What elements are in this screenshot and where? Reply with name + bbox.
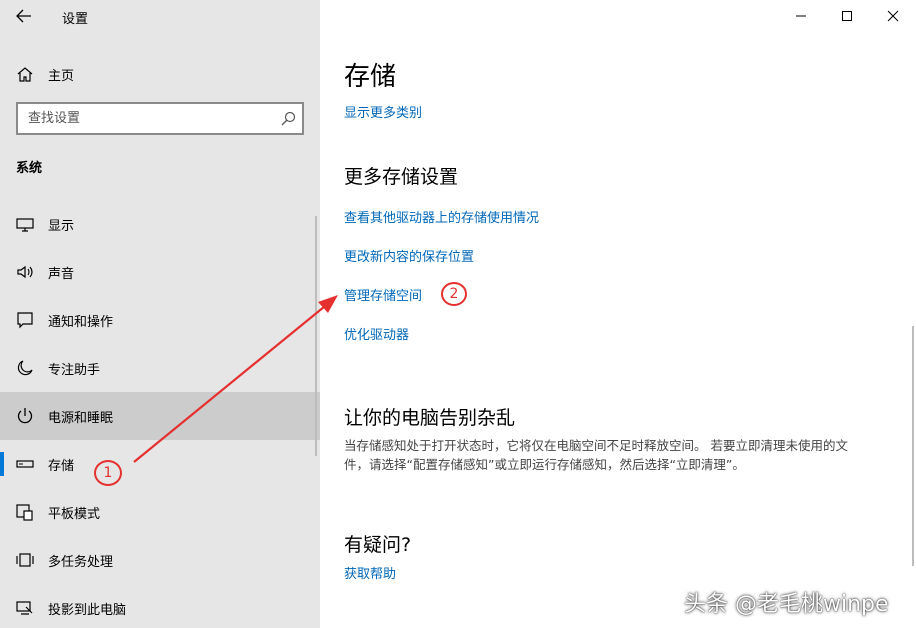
watermark: 头条 @老毛桃winpe (684, 592, 889, 617)
power-icon (17, 408, 33, 424)
back-button[interactable] (10, 4, 38, 28)
declutter-description: 当存储感知处于打开状态时，它将仅在电脑空间不足时释放空间。 若要立即清理未使用的… (344, 438, 848, 472)
back-arrow-icon (16, 9, 31, 23)
sidebar-item-label: 主页 (48, 69, 75, 84)
sidebar-item-tablet-mode[interactable]: 平板模式 (0, 488, 320, 536)
main-scrollbar[interactable] (912, 326, 914, 566)
change-save-location-link[interactable]: 更改新内容的保存位置 (344, 246, 474, 265)
sidebar-item-label: 存储 (48, 459, 75, 474)
more-storage-heading: 更多存储设置 (344, 166, 459, 188)
project-icon (16, 601, 33, 615)
question-heading: 有疑问? (344, 534, 412, 556)
sidebar: 设置 主页 系统 显示 声音 通知和操作 专注助手 电源和睡眠 (0, 0, 320, 628)
sidebar-item-display[interactable]: 显示 (0, 200, 320, 248)
view-other-drives-link[interactable]: 查看其他驱动器上的存储使用情况 (344, 207, 539, 226)
storage-icon (16, 460, 34, 468)
home-icon (17, 67, 33, 82)
app-title: 设置 (62, 12, 89, 27)
selection-indicator (0, 452, 4, 476)
search-input[interactable] (18, 104, 268, 133)
sidebar-item-label: 显示 (48, 219, 75, 234)
search-icon[interactable] (280, 111, 296, 127)
search-box[interactable] (16, 102, 304, 135)
sidebar-item-home[interactable]: 主页 (0, 58, 320, 90)
sidebar-item-notifications[interactable]: 通知和操作 (0, 296, 320, 344)
manage-storage-spaces-link[interactable]: 管理存储空间 (344, 285, 422, 304)
sidebar-item-label: 声音 (48, 267, 75, 282)
sound-icon (17, 265, 33, 279)
sidebar-item-label: 电源和睡眠 (48, 411, 114, 426)
show-more-categories-link[interactable]: 显示更多类别 (344, 102, 422, 121)
sidebar-item-label: 专注助手 (48, 363, 101, 378)
sidebar-section-title: 系统 (16, 161, 43, 176)
sidebar-item-label: 平板模式 (48, 507, 101, 522)
sidebar-scrollbar[interactable] (315, 216, 317, 456)
annotation-marker-2: 2 (441, 282, 467, 306)
optimize-drives-link[interactable]: 优化驱动器 (344, 324, 409, 343)
main-content: 存储 显示更多类别 更多存储设置 查看其他驱动器上的存储使用情况 更改新内容的保… (320, 0, 916, 628)
multitask-icon (16, 553, 34, 567)
declutter-heading: 让你的电脑告别杂乱 (344, 407, 516, 429)
sidebar-item-power-sleep[interactable]: 电源和睡眠 (0, 392, 320, 440)
tablet-icon (16, 504, 33, 521)
sidebar-item-label: 通知和操作 (48, 315, 114, 330)
notification-icon (17, 312, 33, 329)
sidebar-item-label: 多任务处理 (48, 555, 114, 570)
display-icon (16, 218, 34, 232)
sidebar-item-project-to-pc[interactable]: 投影到此电脑 (0, 584, 320, 628)
sidebar-nav: 显示 声音 通知和操作 专注助手 电源和睡眠 存储 平板模式 多任务处理 投影到… (0, 200, 320, 628)
sidebar-item-multitasking[interactable]: 多任务处理 (0, 536, 320, 584)
sidebar-item-label: 投影到此电脑 (48, 603, 127, 618)
sidebar-item-sound[interactable]: 声音 (0, 248, 320, 296)
sidebar-item-focus-assist[interactable]: 专注助手 (0, 344, 320, 392)
moon-icon (17, 360, 33, 376)
sidebar-item-storage[interactable]: 存储 (0, 440, 320, 488)
get-help-link[interactable]: 获取帮助 (344, 563, 396, 582)
page-title: 存储 (344, 62, 397, 92)
annotation-marker-1: 1 (94, 460, 122, 486)
